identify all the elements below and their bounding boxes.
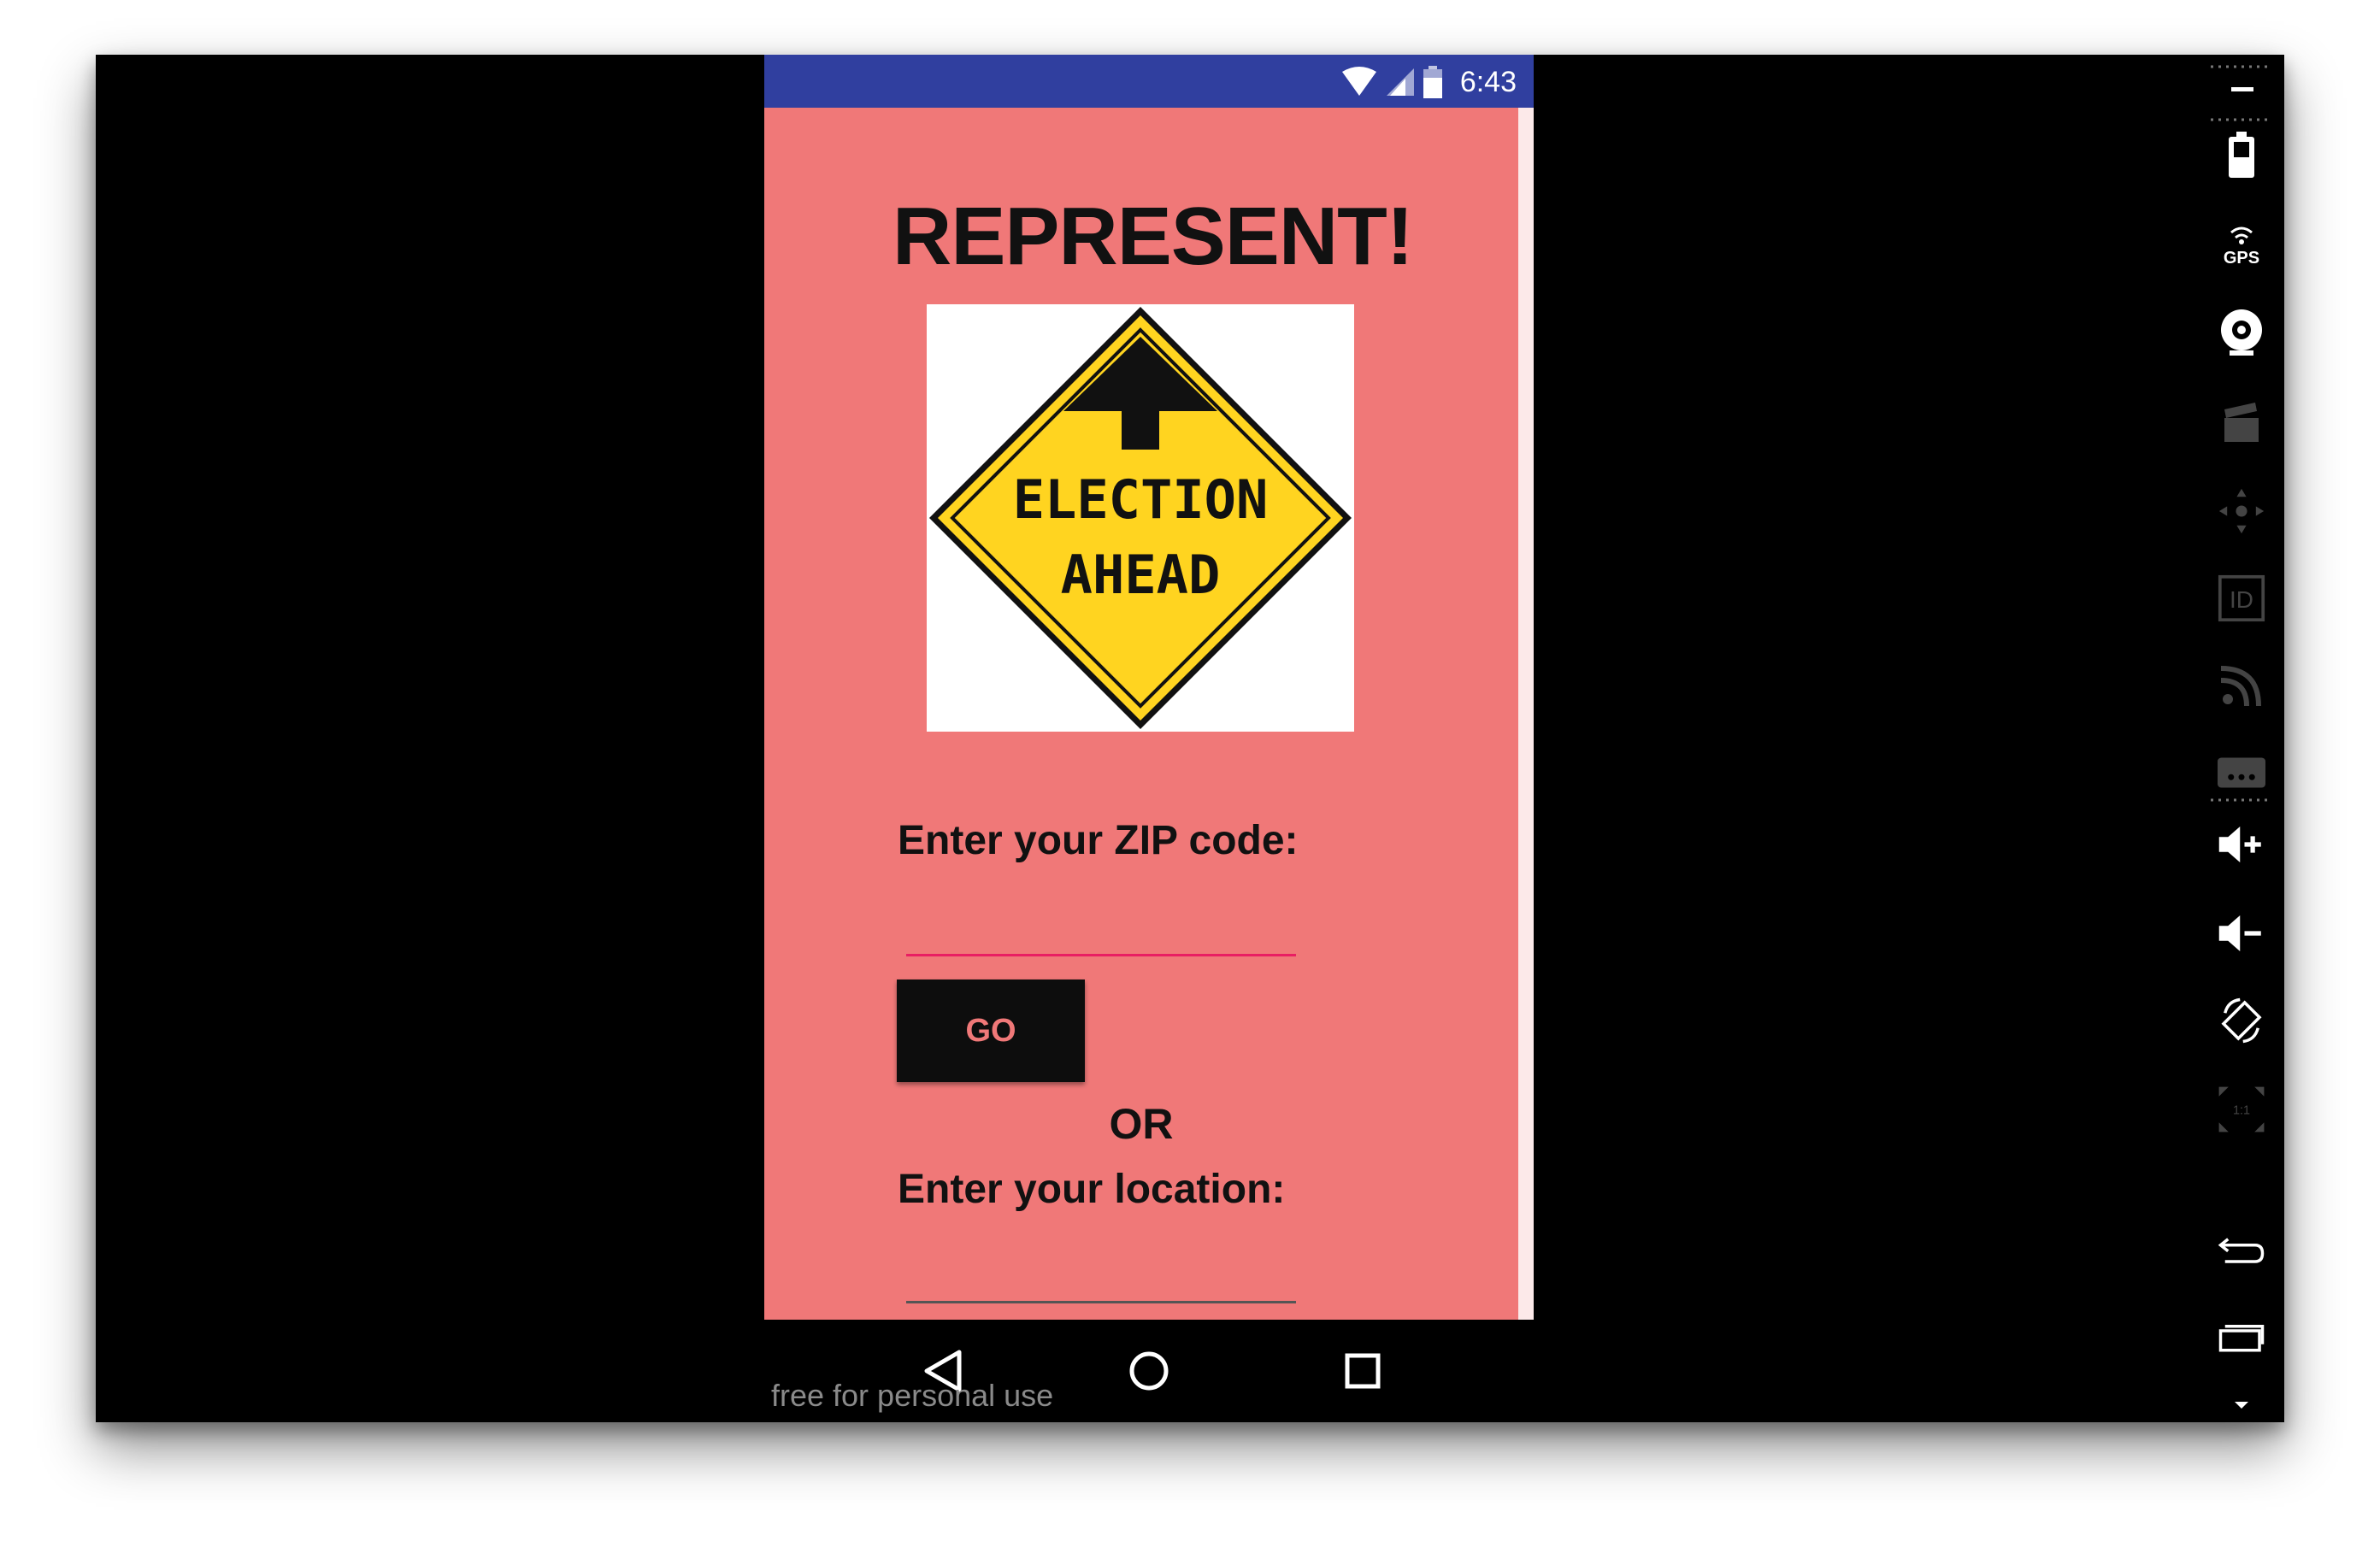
overview-icon[interactable] — [2218, 1313, 2265, 1361]
camera-icon[interactable] — [2218, 309, 2265, 357]
sign-line1: ELECTION — [1013, 468, 1269, 531]
svg-text:1:1: 1:1 — [2233, 1104, 2250, 1118]
back-arrow-icon[interactable] — [2218, 1226, 2265, 1274]
dpad-icon[interactable] — [2218, 487, 2265, 535]
status-time: 6:43 — [1459, 65, 1517, 98]
wifi-icon — [1341, 67, 1376, 96]
svg-text:ID: ID — [2230, 586, 2253, 613]
zip-go-button[interactable]: GO — [897, 980, 1085, 1082]
rotate-icon[interactable] — [2218, 997, 2265, 1044]
or-separator: OR — [1109, 1100, 1174, 1148]
more-icon[interactable] — [2218, 749, 2265, 797]
scale-icon[interactable]: 1:1 — [2218, 1085, 2265, 1133]
clapperboard-icon[interactable] — [2218, 398, 2265, 446]
chevron-down-icon[interactable] — [2235, 1402, 2248, 1410]
navigation-bar: free for personal use — [764, 1320, 1534, 1422]
recents-icon[interactable] — [1328, 1337, 1397, 1405]
status-icons: 6:43 — [1340, 65, 1517, 99]
home-icon[interactable] — [1115, 1337, 1183, 1405]
sign-line2: AHEAD — [1061, 544, 1221, 606]
gps-icon[interactable]: GPS — [2218, 221, 2265, 268]
cellular-icon[interactable] — [2218, 662, 2265, 709]
phone-screen: 6:43 REPRESENT! ELECTION AHEAD Enter you… — [764, 55, 1534, 1422]
status-bar: 6:43 — [764, 55, 1534, 108]
divider — [2211, 118, 2272, 121]
minimize-icon[interactable] — [2231, 87, 2253, 92]
election-ahead-sign-image: ELECTION AHEAD — [927, 304, 1354, 732]
battery-icon[interactable] — [2218, 132, 2265, 179]
volume-down-icon[interactable] — [2218, 909, 2265, 957]
cell-signal-icon — [1386, 68, 1414, 96]
app-title: REPRESENT! — [892, 191, 1414, 282]
app-content[interactable]: REPRESENT! ELECTION AHEAD Enter your ZIP… — [764, 108, 1518, 1320]
watermark-text: free for personal use — [771, 1378, 1054, 1413]
battery-status-icon — [1423, 66, 1442, 98]
emulator-window: 6:43 REPRESENT! ELECTION AHEAD Enter you… — [96, 55, 2284, 1422]
divider — [2211, 798, 2272, 802]
zip-label: Enter your ZIP code: — [898, 818, 1299, 863]
divider — [2211, 65, 2272, 68]
location-input[interactable] — [906, 1301, 1296, 1303]
id-icon[interactable]: ID — [2218, 574, 2265, 622]
volume-up-icon[interactable] — [2218, 821, 2265, 868]
emulator-sidebar: GPS ID 1:1 — [2199, 55, 2284, 1422]
scrollbar[interactable] — [1518, 108, 1534, 1320]
svg-text:GPS: GPS — [2224, 249, 2259, 268]
location-label: Enter your location: — [898, 1167, 1286, 1212]
zip-input[interactable] — [906, 954, 1296, 956]
